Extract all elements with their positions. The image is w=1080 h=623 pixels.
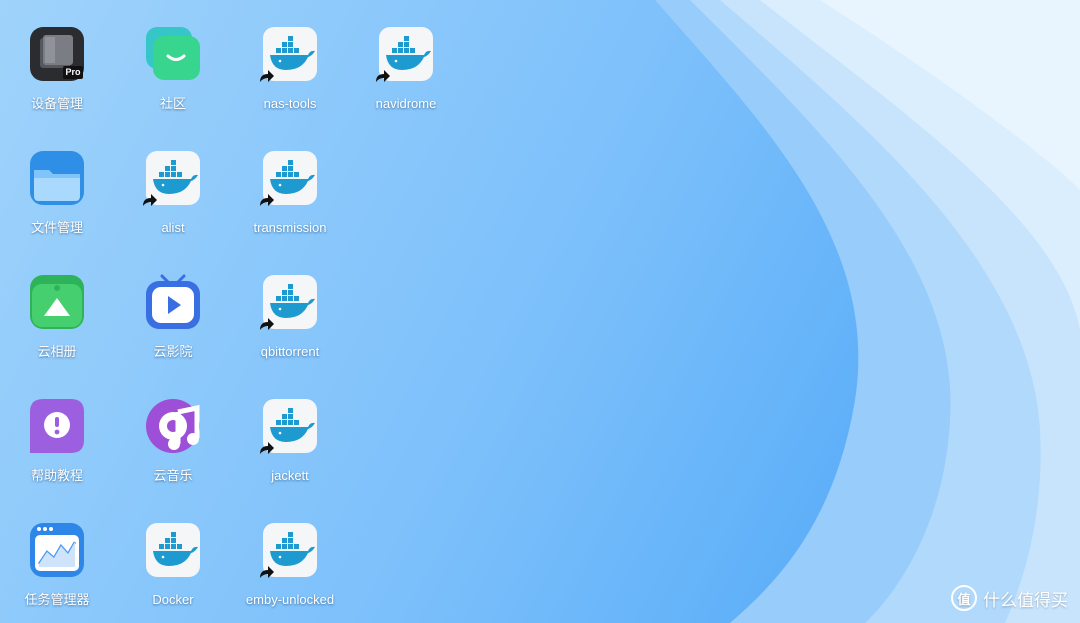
watermark-text: 什么值得买 <box>983 590 1068 610</box>
app-nas-tools[interactable]: nas-tools <box>235 2 345 112</box>
app-label: emby-unlocked <box>245 592 335 607</box>
app-cloud-album[interactable]: 云相册 <box>2 250 112 360</box>
shortcut-arrow-icon <box>376 70 390 82</box>
app-emby-unlocked[interactable]: emby-unlocked <box>235 498 345 608</box>
tv-play-icon <box>145 274 201 330</box>
watermark-logo-icon: 值 <box>951 585 977 611</box>
shortcut-arrow-icon <box>260 442 274 454</box>
app-label: 帮助教程 <box>30 468 83 483</box>
app-alist[interactable]: alist <box>118 126 228 236</box>
desktop: Pro 设备管理 文件管理 云相册 帮助教程 任务管理器 社区 alist 云影… <box>0 0 1080 623</box>
folder-icon <box>29 150 85 206</box>
shortcut-arrow-icon <box>260 194 274 206</box>
app-label: nas-tools <box>263 96 317 111</box>
docker-icon <box>260 522 318 578</box>
app-docker[interactable]: Docker <box>118 498 228 608</box>
app-file-manager[interactable]: 文件管理 <box>2 126 112 236</box>
app-label: Docker <box>152 592 194 607</box>
app-label: 任务管理器 <box>24 592 90 607</box>
shortcut-arrow-icon <box>260 318 274 330</box>
app-cloud-music[interactable]: 云音乐 <box>118 374 228 484</box>
app-qbittorrent[interactable]: qbittorrent <box>235 250 345 360</box>
docker-icon <box>260 274 318 330</box>
community-icon <box>145 26 201 82</box>
app-label: 设备管理 <box>30 96 83 111</box>
shortcut-arrow-icon <box>143 194 157 206</box>
app-help[interactable]: 帮助教程 <box>2 374 112 484</box>
app-device-manager[interactable]: Pro 设备管理 <box>2 2 112 112</box>
help-icon <box>29 398 85 454</box>
shortcut-arrow-icon <box>260 70 274 82</box>
app-label: navidrome <box>375 96 437 111</box>
app-community[interactable]: 社区 <box>118 2 228 112</box>
app-label: 云音乐 <box>153 468 193 483</box>
app-label: alist <box>161 220 185 235</box>
app-label: transmission <box>253 220 327 235</box>
app-label: 云影院 <box>153 344 193 359</box>
app-task-manager[interactable]: 任务管理器 <box>2 498 112 608</box>
app-transmission[interactable]: transmission <box>235 126 345 236</box>
docker-icon <box>143 150 201 206</box>
app-label: jackett <box>271 468 309 483</box>
app-label: 文件管理 <box>30 220 83 235</box>
docker-icon <box>260 150 318 206</box>
docker-icon <box>145 522 201 578</box>
device-manager-icon: Pro <box>29 26 85 82</box>
app-navidrome[interactable]: navidrome <box>351 2 461 112</box>
docker-icon <box>260 398 318 454</box>
app-label: 云相册 <box>37 344 77 359</box>
music-icon <box>145 398 201 454</box>
task-manager-icon <box>29 522 85 578</box>
shortcut-arrow-icon <box>260 566 274 578</box>
docker-icon <box>260 26 318 82</box>
docker-icon <box>376 26 434 82</box>
watermark: 值 什么值得买 <box>951 585 1068 611</box>
app-label: qbittorrent <box>260 344 320 359</box>
app-cloud-cinema[interactable]: 云影院 <box>118 250 228 360</box>
app-label: 社区 <box>159 96 186 111</box>
photo-album-icon <box>29 274 85 330</box>
app-jackett[interactable]: jackett <box>235 374 345 484</box>
pro-badge: Pro <box>65 67 81 77</box>
